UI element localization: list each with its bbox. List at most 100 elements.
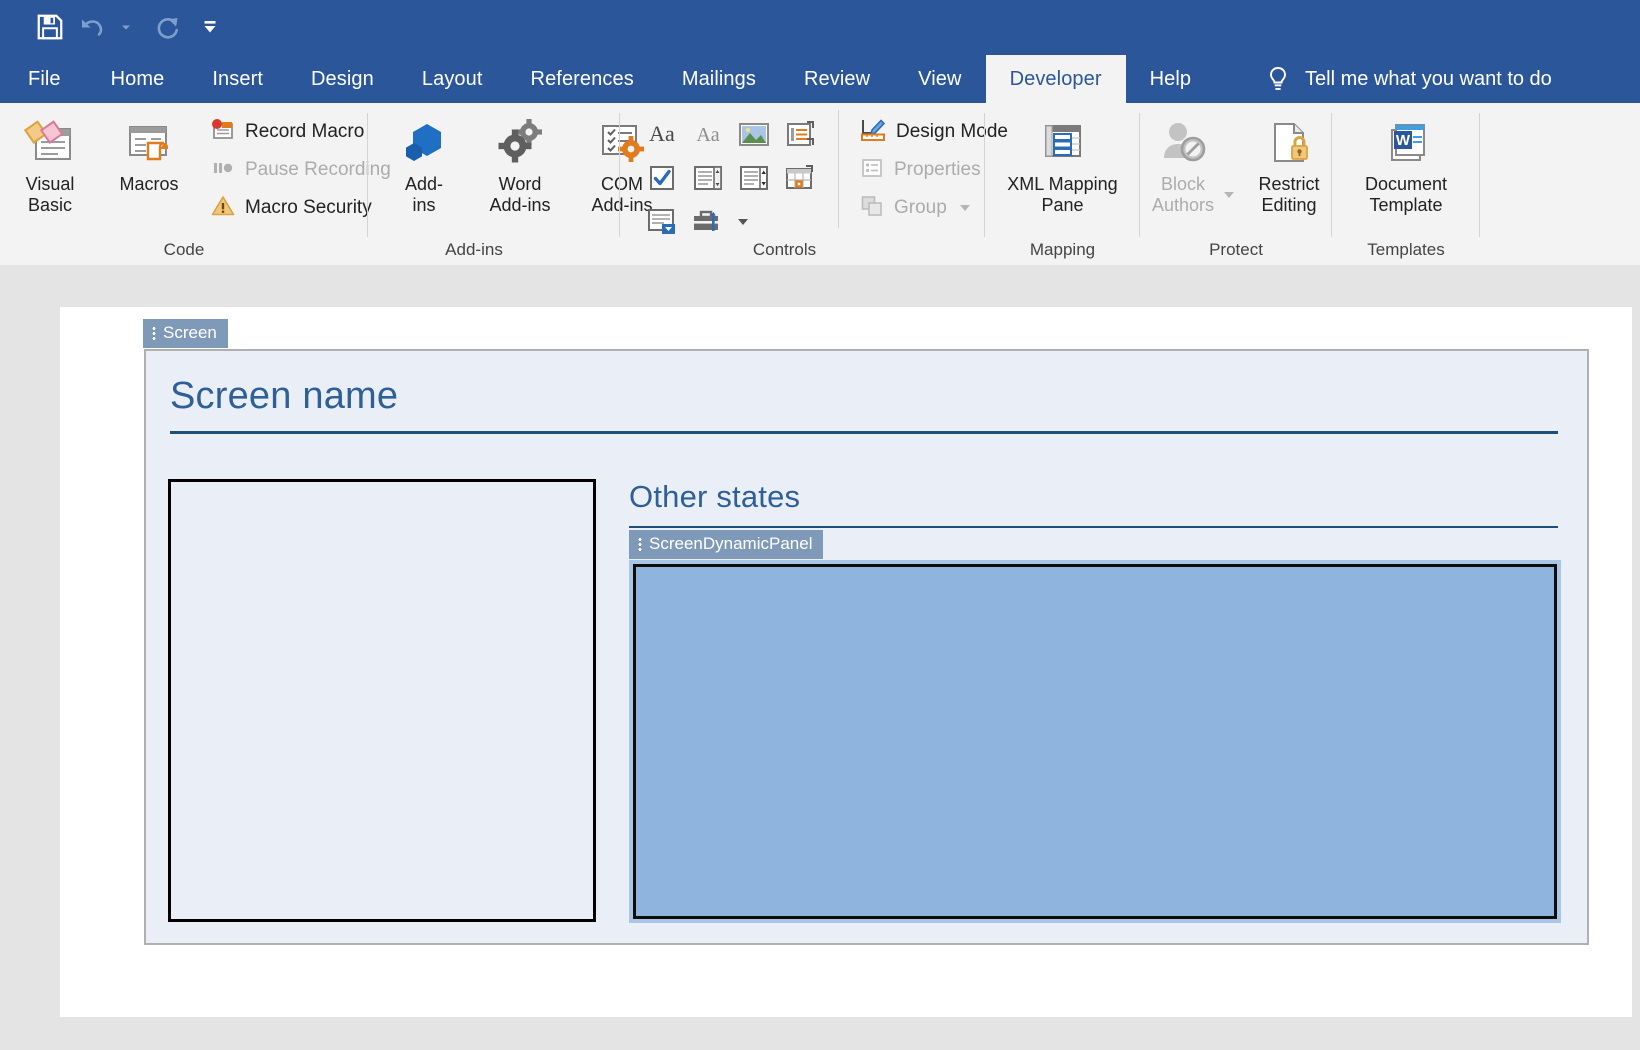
vertical-ruler <box>0 265 33 1050</box>
properties-label: Properties <box>894 159 981 180</box>
block-authors-button: Block Authors <box>1130 110 1236 221</box>
macros-label: Macros <box>119 174 179 194</box>
word-add-ins-label: Word Add-ins <box>489 174 551 215</box>
document-template-label: Document Template <box>1364 174 1448 215</box>
svg-text:Aa: Aa <box>696 124 719 146</box>
tab-help[interactable]: Help <box>1126 55 1216 103</box>
tab-design[interactable]: Design <box>287 55 398 103</box>
content-control-tag-screen[interactable]: Screen <box>143 319 228 348</box>
add-ins-label: Add- ins <box>404 174 444 215</box>
design-mode-icon <box>859 117 887 148</box>
rich-text-content-control-icon[interactable]: Aa <box>642 114 682 154</box>
content-control-screen[interactable]: Screen name Other states ScreenDynamicPa… <box>144 349 1589 945</box>
customize-qat-icon[interactable] <box>193 7 227 47</box>
ribbon-group-controls-label: Controls <box>752 240 817 259</box>
properties-icon <box>859 155 885 186</box>
svg-text:Aa: Aa <box>649 121 675 146</box>
ribbon-group-protect: Block Authors Restrict Editing Protect <box>1140 103 1332 265</box>
legacy-tools-icon[interactable] <box>688 202 728 242</box>
xml-mapping-pane-button[interactable]: XML Mapping Pane <box>986 110 1140 215</box>
redo-icon[interactable] <box>143 7 193 47</box>
word-add-ins-icon <box>493 112 547 174</box>
tab-home[interactable]: Home <box>87 55 189 103</box>
content-control-tag-screen-dynamic-panel-label: ScreenDynamicPanel <box>649 534 813 553</box>
ribbon-group-protect-label: Protect <box>1209 240 1263 259</box>
screen-name-heading: Screen name <box>170 375 399 417</box>
building-block-gallery-content-control-icon[interactable] <box>780 114 820 154</box>
visual-basic-label: Visual Basic <box>25 174 75 215</box>
tab-developer[interactable]: Developer <box>985 55 1126 103</box>
tab-review[interactable]: Review <box>780 55 894 103</box>
ribbon-group-templates: W Document Template Templates <box>1332 103 1480 265</box>
undo-dropdown-icon[interactable] <box>109 7 143 47</box>
ribbon-group-add-ins: Add- ins Word Add-ins COM Add-ins Add-in… <box>368 103 653 265</box>
xml-mapping-pane-label: XML Mapping Pane <box>1007 174 1118 215</box>
screen-dynamic-panel-selection[interactable] <box>629 560 1561 923</box>
visual-basic-button[interactable]: Visual Basic <box>0 110 100 215</box>
content-controls-grid: Aa Aa <box>634 110 826 242</box>
repeating-section-content-control-icon[interactable] <box>642 202 682 242</box>
check-box-content-control-icon[interactable] <box>642 158 682 198</box>
tab-mailings[interactable]: Mailings <box>658 55 780 103</box>
tell-me-search[interactable]: Tell me what you want to do <box>1265 55 1552 103</box>
ribbon-tabs: File Home Insert Design Layout Reference… <box>0 55 1215 103</box>
visual-basic-icon <box>22 112 78 174</box>
other-states-heading: Other states <box>629 479 801 514</box>
macros-icon <box>121 112 177 174</box>
document-page[interactable]: Screen Screen name Other states ScreenDy… <box>60 307 1632 1017</box>
lightbulb-icon <box>1265 65 1291 93</box>
tab-insert[interactable]: Insert <box>188 55 287 103</box>
ribbon-group-controls: Aa Aa Design Mode Properties Group Contr… <box>620 103 1008 265</box>
quick-access-toolbar <box>0 0 1640 55</box>
content-control-tag-screen-label: Screen <box>163 323 217 342</box>
tab-references[interactable]: References <box>507 55 658 103</box>
macro-security-icon <box>210 193 236 224</box>
tab-file[interactable]: File <box>0 55 87 103</box>
screen-name-divider <box>170 431 1558 434</box>
content-control-tag-screen-dynamic-panel[interactable]: ScreenDynamicPanel <box>629 530 824 559</box>
picture-content-control-icon[interactable] <box>734 114 774 154</box>
legacy-tools-dropdown-icon[interactable] <box>734 202 774 242</box>
ribbon-group-mapping: XML Mapping Pane Mapping <box>985 103 1140 265</box>
combo-box-content-control-icon[interactable] <box>688 158 728 198</box>
group-icon <box>859 193 885 224</box>
block-authors-icon <box>1156 112 1210 174</box>
block-authors-label: Block Authors <box>1151 174 1215 215</box>
add-ins-icon <box>397 112 451 174</box>
undo-icon[interactable] <box>75 7 109 47</box>
ribbon-group-mapping-label: Mapping <box>1029 240 1096 259</box>
add-ins-button[interactable]: Add- ins <box>380 110 468 215</box>
group-dropdown-icon[interactable] <box>959 205 970 211</box>
ribbon-group-code: Visual Basic Macros Record Macro Pause R… <box>0 103 391 265</box>
drag-handle-icon[interactable] <box>152 325 156 341</box>
word-application-window: File Home Insert Design Layout Reference… <box>0 0 1640 1050</box>
macros-button[interactable]: Macros <box>100 110 198 195</box>
pause-recording-icon <box>210 155 236 186</box>
macro-security-label: Macro Security <box>245 197 372 218</box>
tab-view[interactable]: View <box>894 55 985 103</box>
restrict-editing-label: Restrict Editing <box>1258 174 1320 215</box>
svg-text:W: W <box>1396 132 1411 149</box>
xml-mapping-pane-icon <box>1036 112 1090 174</box>
word-add-ins-button[interactable]: Word Add-ins <box>468 110 572 215</box>
screen-layout-placeholder-box[interactable] <box>168 479 596 922</box>
tab-layout[interactable]: Layout <box>398 55 507 103</box>
record-macro-label: Record Macro <box>245 121 365 142</box>
restrict-editing-button[interactable]: Restrict Editing <box>1236 110 1342 215</box>
drag-handle-icon[interactable] <box>638 536 642 552</box>
block-authors-dropdown-icon <box>1224 192 1234 199</box>
save-icon[interactable] <box>25 7 75 47</box>
restrict-editing-icon <box>1262 112 1316 174</box>
document-template-button[interactable]: W Document Template <box>1340 110 1472 215</box>
plain-text-content-control-icon[interactable]: Aa <box>688 114 728 154</box>
document-template-icon: W <box>1379 112 1433 174</box>
ribbon-group-templates-label: Templates <box>1367 240 1445 259</box>
other-states-divider <box>629 526 1558 528</box>
date-picker-content-control-icon[interactable] <box>780 158 820 198</box>
ribbon-group-code-label: Code <box>163 240 205 259</box>
document-canvas: Screen Screen name Other states ScreenDy… <box>0 265 1640 1050</box>
group-label: Group <box>894 197 947 218</box>
drop-down-list-content-control-icon[interactable] <box>734 158 774 198</box>
record-macro-icon <box>210 117 236 148</box>
ribbon-tab-strip: File Home Insert Design Layout Reference… <box>0 55 1640 103</box>
